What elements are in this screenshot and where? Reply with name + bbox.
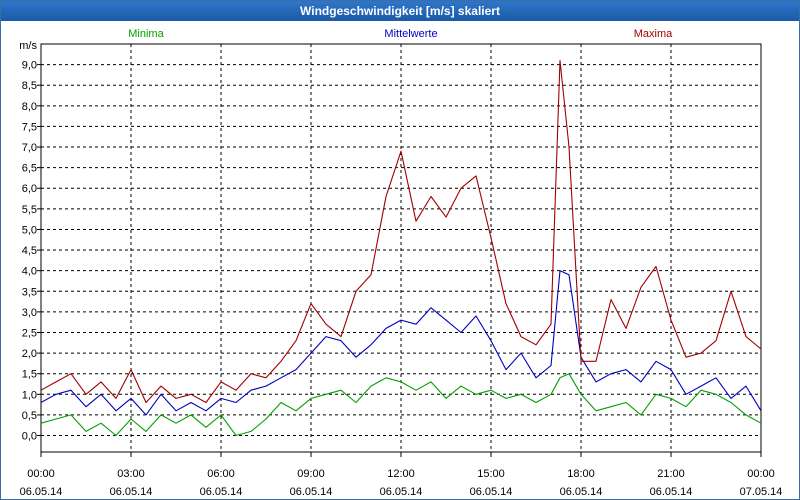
chart-svg: Minima Mittelwerte Maxima 0,0 0,5 1,0 1,5 2,0 2… xyxy=(19,28,783,498)
x-tick-label-time: 09:00 xyxy=(297,468,325,480)
y-tick-label: 0,5 xyxy=(22,410,37,422)
x-tick-label-date: 06.05.14 xyxy=(290,486,333,498)
y-tick-label: 1,5 xyxy=(22,369,37,381)
y-tick-label: 6,5 xyxy=(22,163,37,175)
x-tick-label-date: 06.05.14 xyxy=(110,486,153,498)
y-tick-label: 8,5 xyxy=(22,80,37,92)
x-tick-label-date: 06.05.14 xyxy=(470,486,513,498)
legend-minima: Minima xyxy=(128,28,164,40)
y-tick-label: 5,0 xyxy=(22,224,37,236)
y-tick-label: 6,0 xyxy=(22,183,37,195)
y-tick-label: 5,5 xyxy=(22,204,37,216)
chart-title: Windgeschwindigkeit [m/s] skaliert xyxy=(1,1,799,21)
grid xyxy=(41,44,761,452)
y-tick-label: 9,0 xyxy=(22,60,37,72)
x-tick-label-date: 06.05.14 xyxy=(560,486,603,498)
x-tick-label-time: 06:00 xyxy=(207,468,235,480)
y-tick-label: 3,5 xyxy=(22,286,37,298)
y-tick-label: 8,0 xyxy=(22,101,37,113)
y-tick-label: 4,5 xyxy=(22,245,37,257)
x-tick-label-time: 00:00 xyxy=(747,468,775,480)
x-tick-label-date: 06.05.14 xyxy=(200,486,243,498)
x-tick-label-time: 18:00 xyxy=(567,468,595,480)
y-tick-label: 3,0 xyxy=(22,307,37,319)
x-tick-label-time: 12:00 xyxy=(387,468,415,480)
y-tick-label: 4,0 xyxy=(22,266,37,278)
chart-window: Windgeschwindigkeit [m/s] skaliert Minim… xyxy=(0,0,800,500)
x-tick-label-date: 06.05.14 xyxy=(380,486,423,498)
y-tick-label: 7,5 xyxy=(22,121,37,133)
x-tick-label-time: 15:00 xyxy=(477,468,505,480)
legend-maxima: Maxima xyxy=(634,28,673,40)
y-tick-label: 2,5 xyxy=(22,327,37,339)
x-tick-label-date: 06.05.14 xyxy=(650,486,693,498)
x-tick-label-time: 03:00 xyxy=(117,468,145,480)
x-tick-label-date: 07.05.14 xyxy=(740,486,783,498)
y-axis-label: m/s xyxy=(19,40,37,52)
y-tick-label: 1,0 xyxy=(22,389,37,401)
x-tick-label-time: 21:00 xyxy=(657,468,685,480)
x-tick-label-date: 06.05.14 xyxy=(20,486,63,498)
y-tick-label: 2,0 xyxy=(22,348,37,360)
y-tick-label: 0,0 xyxy=(22,431,37,443)
x-tick-label-time: 00:00 xyxy=(27,468,55,480)
legend: Minima Mittelwerte Maxima xyxy=(128,28,673,40)
legend-mittelwerte: Mittelwerte xyxy=(384,28,437,40)
y-tick-label: 7,0 xyxy=(22,142,37,154)
